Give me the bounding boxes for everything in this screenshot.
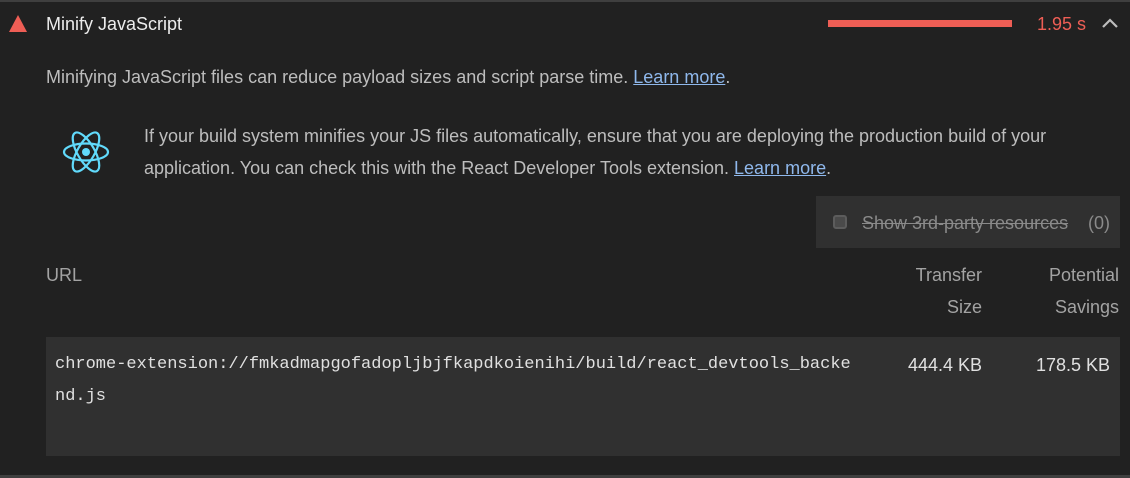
column-header-transfer-size: Transfer Size	[915, 265, 982, 317]
audit-description-end: .	[725, 67, 731, 87]
third-party-filter[interactable]: Show 3rd-party resources (0)	[816, 196, 1120, 248]
column-header-potential-savings: Potential Savings	[1048, 265, 1119, 317]
stack-pack-end: .	[826, 158, 832, 178]
learn-more-link[interactable]: Learn more	[633, 67, 725, 87]
stack-pack-description: If your build system minifies your JS fi…	[144, 120, 1104, 184]
savings-bar	[828, 20, 1012, 27]
audit-timing: 1.95 s	[1036, 14, 1086, 34]
audit-description: Minifying JavaScript files can reduce pa…	[46, 66, 730, 88]
row-url[interactable]: chrome-extension://fmkadmapgofadopljbjfk…	[55, 349, 855, 413]
react-logo-icon	[62, 131, 110, 173]
audit-description-text: Minifying JavaScript files can reduce pa…	[46, 67, 634, 87]
savings-bar-fill	[828, 20, 1012, 27]
third-party-filter-label[interactable]: Show 3rd-party resources	[862, 212, 1068, 234]
chevron-up-icon[interactable]	[1101, 16, 1119, 30]
third-party-filter-count: (0)	[1088, 213, 1110, 233]
row-potential-savings: 178.5 KB	[1035, 355, 1110, 375]
audit-header[interactable]: Minify JavaScript 1.95 s	[0, 2, 1130, 46]
table-row: chrome-extension://fmkadmapgofadopljbjfk…	[46, 337, 1120, 456]
warning-triangle-icon	[9, 15, 27, 32]
third-party-checkbox[interactable]	[833, 215, 847, 229]
column-header-url: URL	[46, 265, 83, 285]
react-learn-more-link[interactable]: Learn more	[734, 158, 826, 178]
stack-pack-text: If your build system minifies your JS fi…	[144, 126, 1047, 178]
row-transfer-size: 444.4 KB	[907, 355, 982, 375]
audit-title: Minify JavaScript	[46, 14, 183, 34]
